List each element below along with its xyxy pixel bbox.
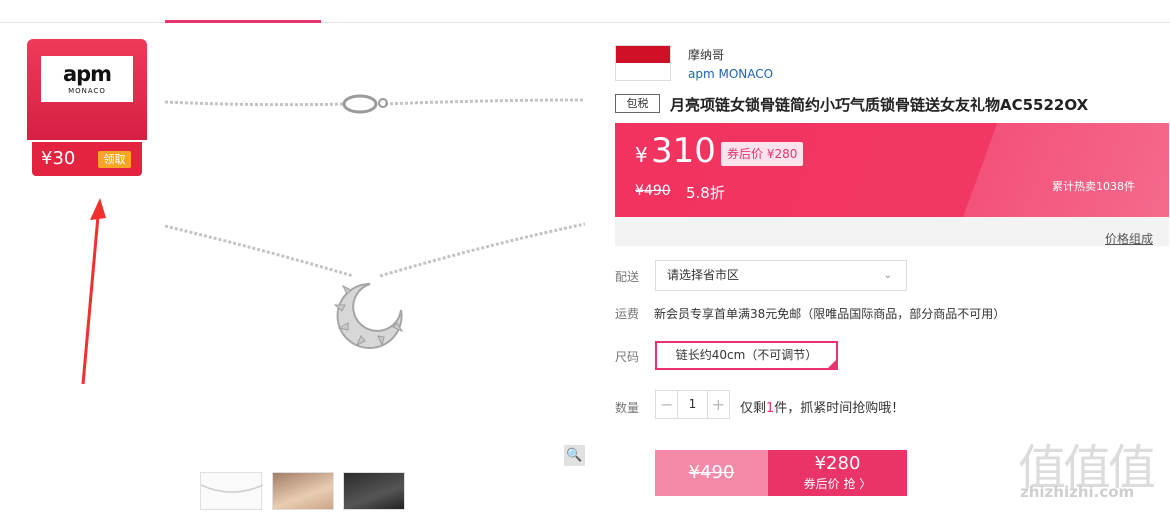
quantity-input[interactable]: 1 (677, 391, 708, 418)
coupon-amount: ¥30 (41, 148, 76, 169)
logo-main-text: apm (62, 62, 112, 86)
shipping-info: 新会员专享首单满38元免邮（限唯品国际商品，部分商品不可用） (654, 307, 1006, 321)
thumbnail-2[interactable] (272, 472, 334, 510)
quantity-stepper: − 1 + (655, 390, 730, 419)
thumbnail-1[interactable] (200, 472, 264, 510)
thumbnail-3[interactable] (343, 472, 405, 510)
claim-coupon-button[interactable]: 领取 (98, 151, 131, 168)
size-option-selected[interactable]: 链长约40cm（不可调节） ✓ (655, 341, 838, 370)
shipping-label: 运费 (615, 307, 640, 321)
buy-original-price[interactable]: ¥490 (655, 450, 768, 496)
buy-coupon-price: ¥280 (814, 453, 861, 474)
stock-notice: 仅剩1件，抓紧时间抢购哦！ (740, 397, 904, 416)
quantity-increase-button[interactable]: + (708, 391, 729, 418)
original-price: ¥490 (635, 183, 671, 199)
annotation-arrow (81, 198, 106, 385)
product-title: 月亮项链女锁骨链简约小巧气质锁骨链送女友礼物AC5522OX (670, 96, 1089, 114)
monaco-flag-icon (615, 45, 671, 81)
brand-coupon-card[interactable]: apm MONACO ¥30 领取 (27, 39, 147, 176)
logo-sub-text: MONACO (68, 87, 106, 95)
stock-suffix: 件，抓紧时间抢购哦！ (774, 401, 905, 416)
brand-name-cn: 摩纳哥 (688, 48, 725, 62)
price-breakdown-link[interactable]: 价格组成 (1105, 230, 1153, 247)
active-tab-indicator (165, 20, 321, 23)
site-watermark-url: zhizhizhi.com (1020, 483, 1135, 501)
product-image[interactable] (164, 40, 586, 470)
tax-included-tag: 包税 (615, 94, 660, 113)
currency-symbol: ¥ (635, 143, 648, 167)
size-option-label: 链长约40cm（不可调节） (675, 348, 818, 362)
size-label: 尺码 (615, 350, 640, 364)
coupon-footer: ¥30 领取 (32, 142, 142, 176)
current-price: 310 (651, 131, 716, 171)
brand-name-link[interactable]: apm MONACO (688, 67, 773, 81)
region-select[interactable]: 请选择省市区 ⌄ (655, 260, 907, 291)
quantity-label: 数量 (615, 401, 640, 415)
chevron-down-icon: ⌄ (883, 270, 892, 281)
buy-coupon-label: 券后价 抢 〉 (803, 477, 872, 491)
check-icon: ✓ (829, 354, 836, 363)
price-banner: ¥ 310 券后价 ¥280 ¥490 5.8折 累计热卖1038件 (615, 123, 1169, 217)
price-info-strip (615, 217, 1169, 246)
buy-with-coupon-button[interactable]: ¥280 券后价 抢 〉 (768, 450, 907, 496)
coupon-header: apm MONACO (27, 39, 147, 140)
delivery-label: 配送 (615, 270, 640, 284)
after-coupon-price: 券后价 ¥280 (721, 142, 804, 166)
sold-count: 累计热卖1038件 (1052, 180, 1135, 193)
coupon-divider (35, 140, 139, 141)
discount-rate: 5.8折 (686, 184, 725, 202)
stock-prefix: 仅剩 (740, 401, 767, 416)
necklace-image (164, 94, 586, 349)
region-select-value: 请选择省市区 (667, 268, 740, 282)
zoom-icon[interactable]: 🔍 (564, 445, 585, 466)
brand-logo: apm MONACO (41, 56, 133, 102)
quantity-decrease-button[interactable]: − (656, 391, 677, 418)
